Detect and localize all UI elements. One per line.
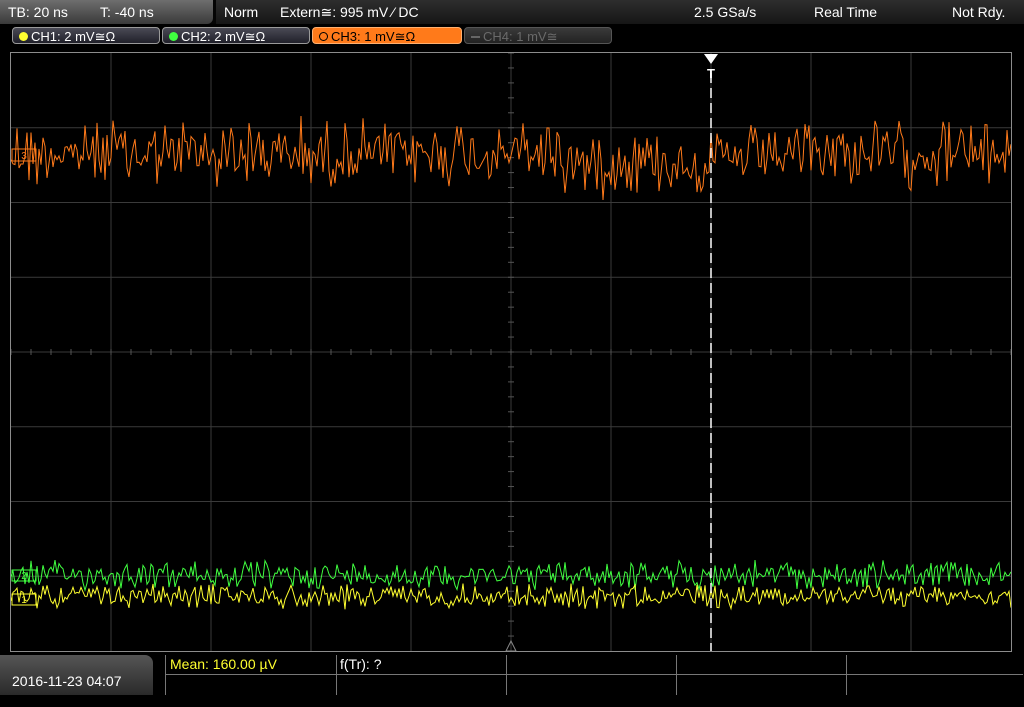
channel-tab-row: CH1: 2 mV≅Ω CH2: 2 mV≅Ω CH3: 1 mV≅Ω CH4:… xyxy=(0,24,1024,48)
sample-rate[interactable]: 2.5 GSa/s xyxy=(694,4,756,20)
measurement-divider xyxy=(166,674,1023,675)
ch4-off-icon xyxy=(471,36,480,38)
trigger-marker-label: T xyxy=(707,66,715,81)
acquisition-status: Not Rdy. xyxy=(952,4,1006,20)
channel-tab-ch2[interactable]: CH2: 2 mV≅Ω xyxy=(162,27,310,44)
datetime-display: 2016-11-23 04:07 xyxy=(0,655,153,695)
channel-tab-ch4[interactable]: CH4: 1 mV≅ xyxy=(464,27,612,44)
ch3-marker-label: 3 xyxy=(21,151,27,162)
measurement-divider xyxy=(506,655,507,695)
bottom-bar: 2016-11-23 04:07 Mean: 160.00 µV f(Tr): … xyxy=(0,655,1024,695)
waveform-display[interactable]: T 3 2 1 xyxy=(10,52,1012,652)
waveform-canvas[interactable]: T 3 2 1 xyxy=(11,53,1011,651)
ch2-marker-label: 2 xyxy=(21,571,27,582)
timebase-readout[interactable]: TB: 20 ns xyxy=(8,4,68,20)
ch1-marker-label: 1 xyxy=(21,595,27,606)
trigger-source[interactable]: Extern≅: 995 mV ⁄ DC xyxy=(280,4,419,21)
measurement-divider xyxy=(676,655,677,695)
ch2-indicator-icon xyxy=(169,32,178,41)
ch1-offset-marker[interactable]: 1 xyxy=(11,593,37,606)
datetime-text: 2016-11-23 04:07 xyxy=(12,673,122,689)
trigger-mode[interactable]: Norm xyxy=(224,4,258,20)
ch1-indicator-icon xyxy=(19,32,28,41)
ch3-indicator-icon xyxy=(319,32,328,41)
channel-tab-ch3[interactable]: CH3: 1 mV≅Ω xyxy=(312,27,462,44)
measurement-mean[interactable]: Mean: 160.00 µV xyxy=(170,656,277,672)
channel-tab-label: CH3: 1 mV≅Ω xyxy=(331,29,416,44)
channel-tab-label: CH4: 1 mV≅ xyxy=(483,29,558,44)
measurement-trigger-frequency[interactable]: f(Tr): ? xyxy=(340,656,381,672)
channel-tab-label: CH1: 2 mV≅Ω xyxy=(31,29,116,44)
trigger-time-readout[interactable]: T: -40 ns xyxy=(100,4,154,20)
measurement-divider xyxy=(336,655,337,695)
measurement-divider xyxy=(846,655,847,695)
channel-tab-ch1[interactable]: CH1: 2 mV≅Ω xyxy=(12,27,160,44)
top-status-bar: TB: 20 ns T: -40 ns Norm Extern≅: 995 mV… xyxy=(0,0,1024,24)
acquisition-mode[interactable]: Real Time xyxy=(814,4,877,20)
acquisition-panel: Norm Extern≅: 995 mV ⁄ DC 2.5 GSa/s Real… xyxy=(216,0,1024,24)
measurement-table[interactable]: Mean: 160.00 µV f(Tr): ? xyxy=(165,655,1023,695)
timebase-panel[interactable]: TB: 20 ns T: -40 ns xyxy=(0,0,213,24)
channel-tab-label: CH2: 2 mV≅Ω xyxy=(181,29,266,44)
trigger-arrow-icon[interactable] xyxy=(704,54,718,64)
